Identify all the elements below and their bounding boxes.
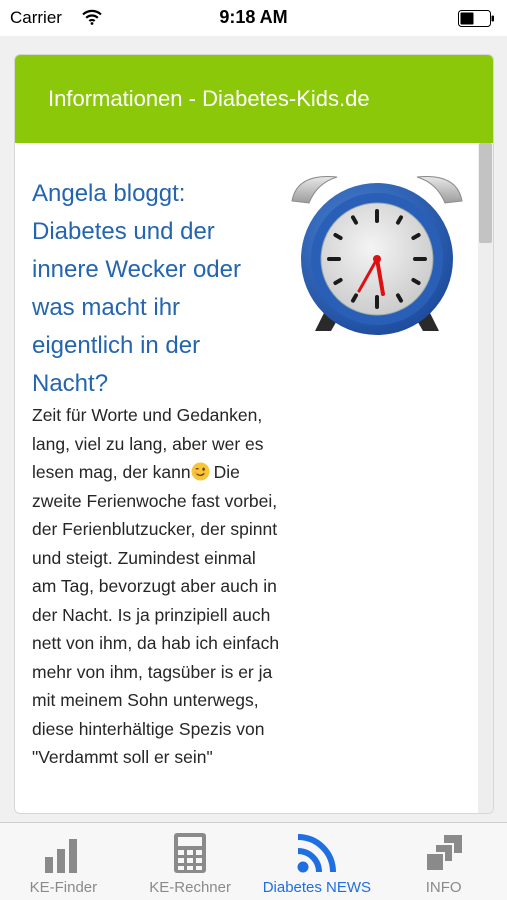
article-title-link[interactable]: Angela bloggt: Diabetes und der innere W… <box>32 175 282 403</box>
scrollbar-thumb[interactable] <box>479 143 492 243</box>
tab-info[interactable]: INFO <box>380 823 507 900</box>
card-title: Informationen - Diabetes-Kids.de <box>48 86 370 111</box>
tab-ke-rechner[interactable]: KE-Rechner <box>127 823 254 900</box>
status-bar: Carrier 9:18 AM <box>0 0 507 36</box>
calculator-icon <box>174 833 207 873</box>
article-scroll-view[interactable]: Angela bloggt: Diabetes und der innere W… <box>15 143 493 813</box>
article-text-part-2: Die zweite Ferienwoche fast vorbei, der … <box>32 462 280 767</box>
news-card: Informationen - Diabetes-Kids.de Angela … <box>14 54 494 814</box>
bar-chart-icon <box>45 839 78 873</box>
battery-icon <box>458 10 494 27</box>
rss-feed-icon <box>297 834 336 873</box>
tab-diabetes-news[interactable]: Diabetes NEWS <box>254 823 381 900</box>
wink-emoji-icon <box>191 462 210 481</box>
article-excerpt: Zeit für Worte und Gedanken, lang, viel … <box>32 401 282 772</box>
scrollbar-track[interactable] <box>478 143 493 813</box>
tab-label-ke-rechner: KE-Rechner <box>149 879 231 896</box>
tab-bar: KE-Finder KE-Rechner Diabetes NEWS INFO <box>0 822 507 900</box>
clock-time: 9:18 AM <box>219 7 288 27</box>
alarm-clock-image <box>291 176 463 335</box>
card-header: Informationen - Diabetes-Kids.de <box>15 55 493 143</box>
tab-ke-finder[interactable]: KE-Finder <box>0 823 127 900</box>
content-area: Informationen - Diabetes-Kids.de Angela … <box>0 36 507 822</box>
tab-label-info: INFO <box>425 879 462 896</box>
stack-icon <box>424 835 462 872</box>
tab-label-diabetes-news: Diabetes NEWS <box>262 879 372 896</box>
tab-label-ke-finder: KE-Finder <box>29 879 98 896</box>
